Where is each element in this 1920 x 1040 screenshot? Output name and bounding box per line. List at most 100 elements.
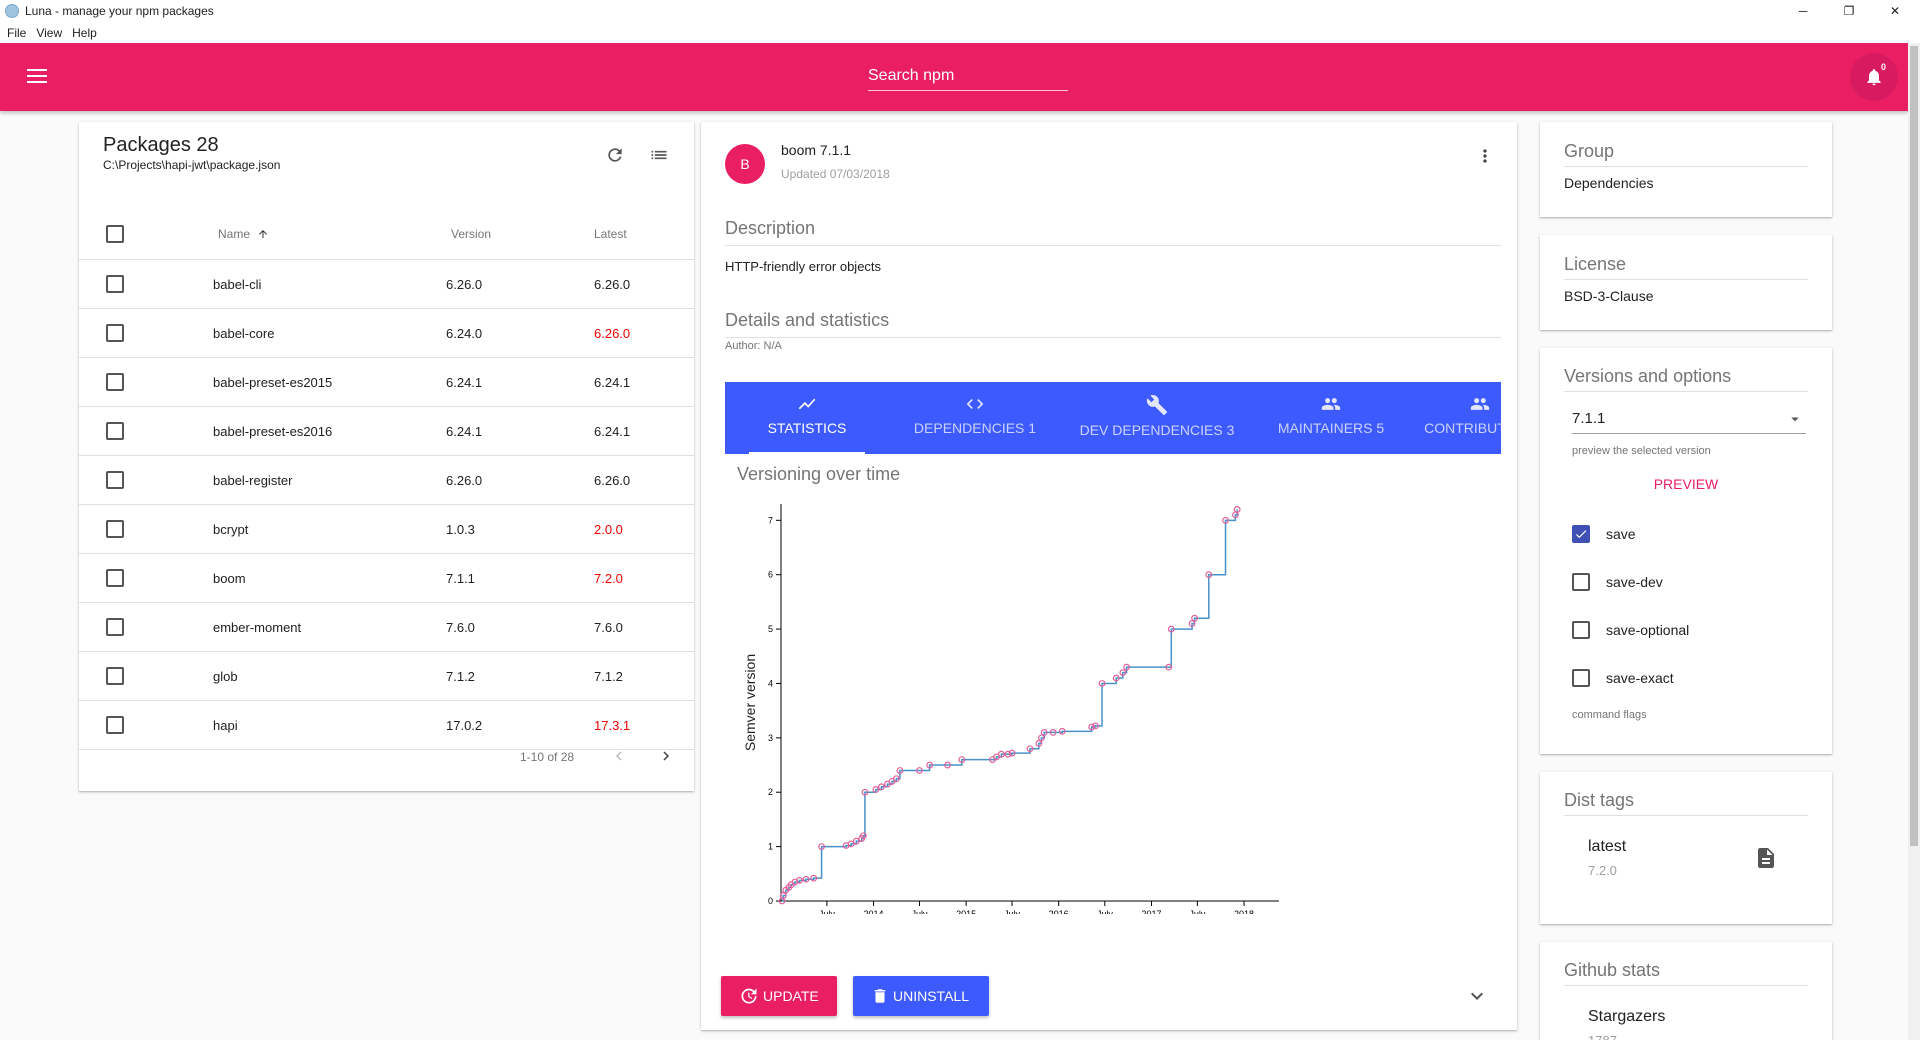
row-checkbox[interactable] [106, 667, 124, 685]
github-stats-heading: Github stats [1564, 960, 1808, 986]
code-icon [966, 399, 984, 409]
package-version: 6.26.0 [446, 277, 483, 292]
check-icon [1575, 530, 1587, 539]
row-checkbox[interactable] [106, 520, 124, 538]
select-all-checkbox[interactable] [106, 225, 124, 243]
row-checkbox[interactable] [106, 373, 124, 391]
table-row[interactable]: hapi 17.0.2 17.3.1 [79, 701, 694, 750]
package-json-path: C:\Projects\hapi-jwt\package.json [103, 158, 281, 172]
column-version[interactable]: Version [451, 227, 491, 241]
tab-contributors[interactable]: CONTRIBUTORS [1415, 382, 1501, 454]
row-checkbox[interactable] [106, 324, 124, 342]
table-row[interactable]: boom 7.1.1 7.2.0 [79, 554, 694, 603]
group-value: Dependencies [1564, 175, 1654, 191]
package-name: babel-preset-es2015 [213, 375, 333, 390]
notifications-button[interactable]: 0 [1850, 53, 1898, 101]
table-row[interactable]: glob 7.1.2 7.1.2 [79, 652, 694, 701]
package-name: hapi [213, 718, 238, 733]
table-row[interactable]: babel-preset-es2016 6.24.1 6.24.1 [79, 407, 694, 456]
tab-statistics[interactable]: STATISTICS [749, 382, 865, 454]
page-scrollbar[interactable] [1908, 43, 1920, 1040]
tab-dependencies[interactable]: DEPENDENCIES 1 [900, 382, 1050, 454]
package-name: ember-moment [213, 620, 302, 635]
x-tick-label: 2018 [1234, 909, 1254, 914]
more-options-button[interactable] [1473, 142, 1497, 170]
search-box[interactable] [868, 61, 1068, 91]
dist-tags-card: Dist tags latest 7.2.0 [1540, 772, 1832, 924]
restore-button[interactable]: ❐ [1826, 0, 1872, 22]
y-tick-label: 2 [768, 787, 773, 797]
preview-button[interactable]: PREVIEW [1540, 476, 1832, 492]
versions-options-heading: Versions and options [1564, 366, 1808, 392]
document-icon[interactable] [1754, 846, 1778, 870]
expand-more-icon[interactable] [1465, 984, 1489, 1008]
row-checkbox[interactable] [106, 716, 124, 734]
option-checkbox[interactable] [1572, 525, 1590, 543]
table-row[interactable]: babel-preset-es2015 6.24.1 6.24.1 [79, 358, 694, 407]
version-select[interactable]: 7.1.1 [1572, 406, 1806, 434]
row-checkbox[interactable] [106, 422, 124, 440]
column-name[interactable]: Name [218, 227, 269, 241]
window-title: Luna - manage your npm packages [25, 4, 214, 18]
update-icon [741, 988, 757, 1004]
license-heading: License [1564, 254, 1808, 280]
next-page-icon[interactable] [657, 747, 675, 765]
refresh-button[interactable] [601, 141, 629, 169]
option-label: save-dev [1606, 574, 1663, 590]
row-checkbox[interactable] [106, 275, 124, 293]
y-tick-label: 4 [768, 678, 773, 688]
menu-icon[interactable] [27, 69, 47, 83]
group-card: Group Dependencies [1540, 122, 1832, 217]
option-label: save [1606, 526, 1636, 542]
uninstall-button[interactable]: UNINSTALL [853, 976, 989, 1016]
description-heading: Description [725, 218, 1501, 246]
trash-icon [874, 989, 886, 1003]
menu-file[interactable]: File [7, 26, 26, 40]
option-save[interactable]: save [1572, 522, 1636, 546]
menu-help[interactable]: Help [72, 26, 97, 40]
close-button[interactable]: ✕ [1872, 0, 1918, 22]
package-version: 1.0.3 [446, 522, 475, 537]
option-checkbox[interactable] [1572, 573, 1590, 591]
minimize-button[interactable]: ─ [1780, 0, 1826, 22]
row-checkbox[interactable] [106, 569, 124, 587]
stargazers-label: Stargazers [1588, 1008, 1666, 1025]
list-view-button[interactable] [645, 141, 673, 169]
search-input[interactable] [868, 61, 1068, 85]
tab-maintainers[interactable]: MAINTAINERS 5 [1265, 382, 1397, 454]
table-row[interactable]: bcrypt 1.0.3 2.0.0 [79, 505, 694, 554]
table-row[interactable]: babel-core 6.24.0 6.26.0 [79, 309, 694, 358]
versioning-chart: 0 1 2 3 4 5 6 7 July 2014 July 2015 July 2016 July 2017… [742, 504, 1279, 914]
package-latest: 6.24.1 [594, 424, 631, 439]
update-button[interactable]: UPDATE [721, 976, 837, 1016]
menu-view[interactable]: View [36, 26, 62, 40]
option-save-exact[interactable]: save-exact [1572, 666, 1674, 690]
luna-app-icon [5, 4, 19, 18]
package-version: 6.24.0 [446, 326, 483, 341]
pagination-range: 1-10 of 28 [520, 750, 575, 764]
table-row[interactable]: babel-cli 6.26.0 6.26.0 [79, 260, 694, 309]
license-card: License BSD-3-Clause [1540, 235, 1832, 330]
column-latest[interactable]: Latest [594, 227, 627, 241]
package-description: HTTP-friendly error objects [725, 259, 882, 274]
table-row[interactable]: babel-register 6.26.0 6.26.0 [79, 456, 694, 505]
dist-tags-heading: Dist tags [1564, 790, 1808, 816]
row-checkbox[interactable] [106, 618, 124, 636]
row-checkbox[interactable] [106, 471, 124, 489]
series-line [782, 509, 1238, 902]
option-save-dev[interactable]: save-dev [1572, 570, 1663, 594]
table-row[interactable]: ember-moment 7.6.0 7.6.0 [79, 603, 694, 652]
option-checkbox[interactable] [1572, 669, 1590, 687]
previous-page-icon[interactable] [610, 747, 628, 765]
x-tick-label: 2014 [864, 909, 884, 914]
tab-dev-dependencies[interactable]: DEV DEPENDENCIES 3 [1067, 382, 1247, 454]
versions-options-card: Versions and options 7.1.1 preview the s… [1540, 348, 1832, 754]
package-updated-date: Updated 07/03/2018 [781, 167, 890, 181]
scrollbar-thumb[interactable] [1910, 46, 1918, 846]
option-checkbox[interactable] [1572, 621, 1590, 639]
package-author: Author: N/A [725, 340, 782, 352]
package-version: 17.0.2 [446, 718, 483, 733]
x-tick-label: July [911, 909, 928, 914]
y-tick-label: 6 [768, 570, 773, 580]
option-save-optional[interactable]: save-optional [1572, 618, 1689, 642]
